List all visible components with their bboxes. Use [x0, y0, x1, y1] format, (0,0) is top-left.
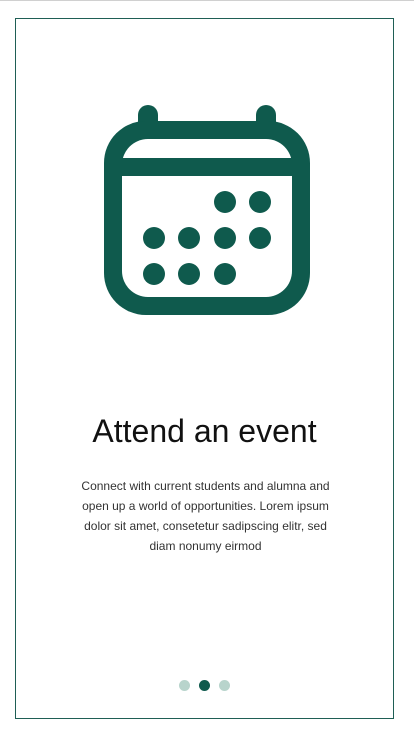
- calendar-icon: [104, 105, 310, 315]
- onboarding-card: Attend an event Connect with current stu…: [15, 18, 394, 719]
- page-indicator: [16, 680, 393, 691]
- page-dot-3[interactable]: [219, 680, 230, 691]
- page-dot-2[interactable]: [199, 680, 210, 691]
- page-description: Connect with current students and alumna…: [81, 479, 330, 553]
- page-dot-1[interactable]: [179, 680, 190, 691]
- top-divider: [0, 0, 414, 1]
- page-title: Attend an event: [92, 413, 317, 449]
